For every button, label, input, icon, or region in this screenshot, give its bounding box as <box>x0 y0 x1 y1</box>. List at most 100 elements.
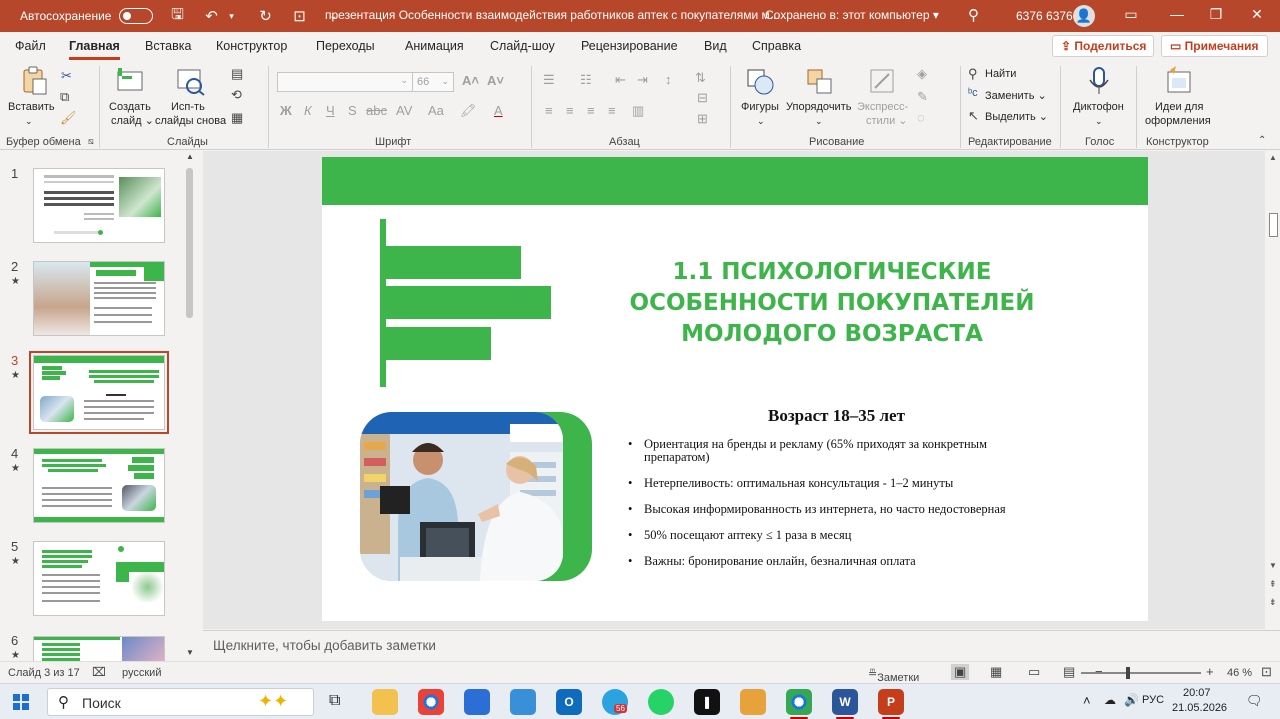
sublime-icon[interactable] <box>740 689 766 715</box>
normal-view-icon[interactable]: ▣ <box>951 664 970 680</box>
dictate-button[interactable]: Диктофон <box>1073 100 1124 114</box>
arrange-button[interactable]: Упорядочить <box>786 100 851 114</box>
collapse-ribbon-icon[interactable]: ⌃ <box>1258 135 1266 146</box>
minimize-icon[interactable]: — <box>1167 6 1187 22</box>
avatar[interactable]: 👤 <box>1073 5 1095 27</box>
format-painter-icon[interactable]: 🖌 <box>60 110 77 126</box>
thumbnail-scrollbar[interactable] <box>186 168 193 318</box>
shape-fill-icon[interactable]: ◈ <box>917 66 927 82</box>
design-ideas-button-2[interactable]: оформления <box>1145 114 1211 128</box>
slideshow-icon[interactable]: ⊡ <box>289 7 309 25</box>
outlook-icon[interactable]: O <box>556 689 582 715</box>
windows-start-icon[interactable] <box>13 694 29 710</box>
select-button[interactable]: Выделить ⌄ <box>985 110 1048 124</box>
new-slide-button-2[interactable]: слайд ⌄ <box>111 114 154 128</box>
task-view-icon[interactable]: ⧉ <box>329 692 340 710</box>
paste-button[interactable]: Вставить <box>8 100 55 114</box>
italic-icon[interactable]: К <box>304 103 312 118</box>
zoom-level[interactable]: 46 % <box>1227 667 1252 679</box>
clipboard-launcher-icon[interactable]: ⧅ <box>88 136 94 147</box>
onedrive-icon[interactable]: ☁ <box>1104 693 1116 707</box>
zoom-slider-handle[interactable] <box>1126 667 1130 679</box>
reset-icon[interactable]: ⟲ <box>231 87 242 103</box>
design-ideas-button[interactable]: Идеи для <box>1155 100 1203 114</box>
slide[interactable]: 1.1 ПСИХОЛОГИЧЕСКИЕ ОСОБЕННОСТИ ПОКУПАТЕ… <box>322 157 1148 621</box>
underline-icon[interactable]: Ч <box>326 103 335 118</box>
age-subheading[interactable]: Возраст 18–35 лет <box>768 406 905 426</box>
tab-help[interactable]: Справка <box>752 39 801 53</box>
spellcheck-icon[interactable]: ⌧ <box>92 665 106 679</box>
highlight-icon[interactable]: 🖍 <box>460 103 477 119</box>
reading-view-icon[interactable]: ▭ <box>1028 664 1040 680</box>
tray-chevron-icon[interactable]: ˄ <box>1083 693 1091 708</box>
search-icon[interactable]: ⚲ <box>968 6 979 24</box>
store-icon[interactable] <box>464 689 490 715</box>
layout-icon[interactable]: ▤ <box>231 66 243 82</box>
align-left-icon[interactable]: ≡ <box>545 103 553 118</box>
user-name[interactable]: 6376 6376 <box>1016 9 1073 23</box>
notes-placeholder[interactable]: Щелкните, чтобы добавить заметки <box>213 638 436 653</box>
justify-icon[interactable]: ≡ <box>608 103 616 118</box>
slide-thumbnail-1[interactable] <box>33 168 165 243</box>
reuse-slides-button[interactable]: Исп-ть <box>171 100 205 114</box>
reuse-slides-icon[interactable] <box>176 68 205 96</box>
bullet-list[interactable]: Ориентация на бренды и рекламу (65% прих… <box>628 438 1068 581</box>
change-case-icon[interactable]: Aa <box>428 103 444 118</box>
reuse-slides-button-2[interactable]: слайды снова <box>155 114 226 128</box>
copy-icon[interactable]: ⧉ <box>60 89 69 105</box>
slide-thumbnail-2[interactable] <box>33 261 165 336</box>
increase-indent-icon[interactable]: ⇥ <box>637 72 648 88</box>
fit-slide-icon[interactable]: ⊡ <box>1261 664 1272 680</box>
notes-toggle[interactable]: ≞ Заметки <box>868 667 919 684</box>
saved-state[interactable]: Сохранено в: этот компьютер ▾ <box>765 8 939 22</box>
shadow-icon[interactable]: S <box>348 103 357 118</box>
tab-transitions[interactable]: Переходы <box>316 39 375 53</box>
control-panel-icon[interactable] <box>510 689 536 715</box>
shape-outline-icon[interactable]: ✎ <box>917 89 928 105</box>
columns-icon[interactable]: ▥ <box>632 103 644 119</box>
zoom-slider[interactable] <box>1081 672 1201 674</box>
notification-icon[interactable]: 🗨 <box>1246 693 1263 709</box>
app-icon[interactable]: ❚ <box>694 689 720 715</box>
chrome-profile-icon[interactable] <box>786 689 812 715</box>
tab-design[interactable]: Конструктор <box>216 39 287 53</box>
comments-button[interactable]: ▭ Примечания <box>1161 35 1268 57</box>
cut-icon[interactable]: ✂ <box>61 68 72 84</box>
arrange-dropdown-icon[interactable]: ⌄ <box>815 114 823 128</box>
save-icon[interactable]: 🖫 <box>167 4 187 29</box>
shapes-dropdown-icon[interactable]: ⌄ <box>757 114 765 128</box>
clock-time[interactable]: 20:07 <box>1183 687 1211 699</box>
find-button[interactable]: Найти <box>985 67 1016 81</box>
numbering-icon[interactable]: ☷ <box>580 72 592 88</box>
taskbar-search[interactable]: ⚲ Поиск ✦✦ <box>47 688 314 716</box>
text-direction-icon[interactable]: ⇅ <box>695 70 706 86</box>
restore-icon[interactable]: ❐ <box>1206 6 1226 23</box>
tab-animations[interactable]: Анимация <box>405 39 464 53</box>
undo-dropdown-icon[interactable]: ▾ <box>221 11 241 22</box>
quick-styles-icon[interactable] <box>869 68 897 96</box>
arrange-icon[interactable] <box>806 68 834 96</box>
tab-slideshow[interactable]: Слайд-шоу <box>490 39 555 53</box>
notes-pane[interactable]: Щелкните, чтобы добавить заметки <box>203 630 1280 660</box>
slide-thumbnail-3[interactable] <box>29 351 169 434</box>
design-ideas-icon[interactable] <box>1164 66 1192 94</box>
char-spacing-icon[interactable]: AV <box>396 103 412 118</box>
canvas-scrollbar[interactable]: ▲ ▼ ⇞ ⇟ <box>1266 151 1280 629</box>
slide-title[interactable]: 1.1 ПСИХОЛОГИЧЕСКИЕ ОСОБЕННОСТИ ПОКУПАТЕ… <box>592 257 1072 350</box>
new-slide-button[interactable]: Создать <box>109 100 151 114</box>
shape-effects-icon[interactable]: ◌ <box>917 110 925 125</box>
line-spacing-icon[interactable]: ↕ <box>665 72 672 87</box>
strikethrough-icon[interactable]: abc <box>366 103 387 118</box>
slide-thumbnail-5[interactable] <box>33 541 165 616</box>
quick-styles-button[interactable]: Экспресс- <box>857 100 908 114</box>
autosave-toggle[interactable] <box>119 8 154 24</box>
redo-icon[interactable]: ↻ <box>255 7 275 25</box>
word-icon[interactable]: W <box>832 689 858 715</box>
replace-button[interactable]: Заменить ⌄ <box>985 89 1047 103</box>
slide-thumbnail-6[interactable] <box>33 636 165 661</box>
decrease-indent-icon[interactable]: ⇤ <box>615 72 626 88</box>
replace-icon[interactable]: ᵇc <box>968 87 978 99</box>
shapes-button[interactable]: Фигуры <box>741 100 779 114</box>
pharmacy-photo-frame[interactable] <box>360 412 592 581</box>
tab-insert[interactable]: Вставка <box>145 39 191 53</box>
